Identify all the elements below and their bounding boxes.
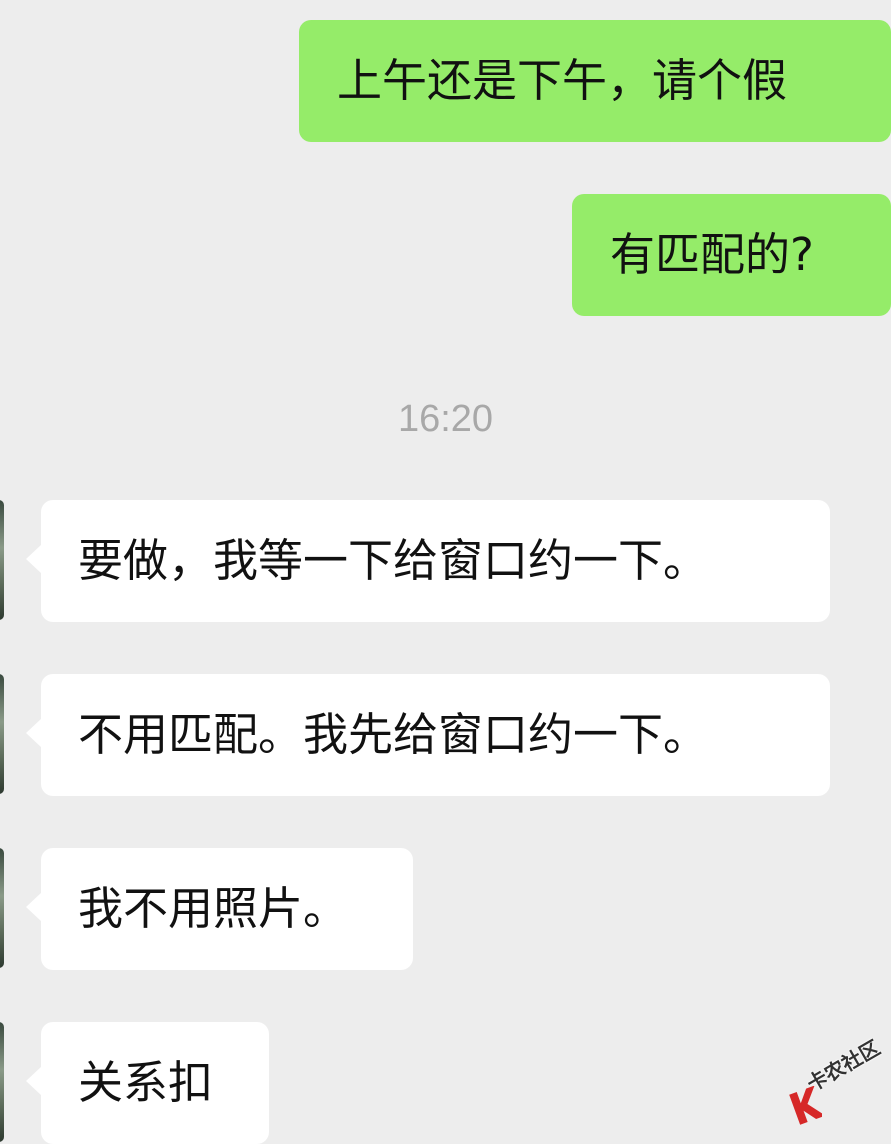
contact-avatar[interactable] bbox=[0, 1022, 4, 1142]
contact-avatar[interactable] bbox=[0, 500, 4, 620]
contact-avatar[interactable] bbox=[0, 674, 4, 794]
message-text: 上午还是下午，请个假 bbox=[337, 54, 788, 107]
message-text: 不用匹配。我先给窗口约一下。 bbox=[78, 708, 709, 761]
incoming-message-bubble[interactable]: 关系扣 bbox=[26, 1022, 269, 1144]
message-text: 要做，我等一下给窗口约一下。 bbox=[78, 534, 709, 587]
message-text: 关系扣 bbox=[78, 1056, 214, 1109]
watermark-logo: 卡农社区 bbox=[788, 1035, 888, 1132]
incoming-message-bubble[interactable]: 我不用照片。 bbox=[26, 848, 413, 970]
contact-avatar[interactable] bbox=[0, 848, 4, 968]
outgoing-message-bubble[interactable]: 有匹配的? bbox=[572, 194, 891, 316]
incoming-message-bubble[interactable]: 要做，我等一下给窗口约一下。 bbox=[26, 500, 830, 622]
watermark-text: 卡农社区 bbox=[802, 1035, 885, 1097]
message-text: 我不用照片。 bbox=[78, 882, 349, 935]
message-text: 有匹配的? bbox=[610, 228, 814, 281]
outgoing-message-bubble[interactable]: 上午还是下午，请个假 bbox=[299, 20, 891, 142]
message-timestamp: 16:20 bbox=[397, 398, 494, 440]
incoming-message-bubble[interactable]: 不用匹配。我先给窗口约一下。 bbox=[26, 674, 830, 796]
